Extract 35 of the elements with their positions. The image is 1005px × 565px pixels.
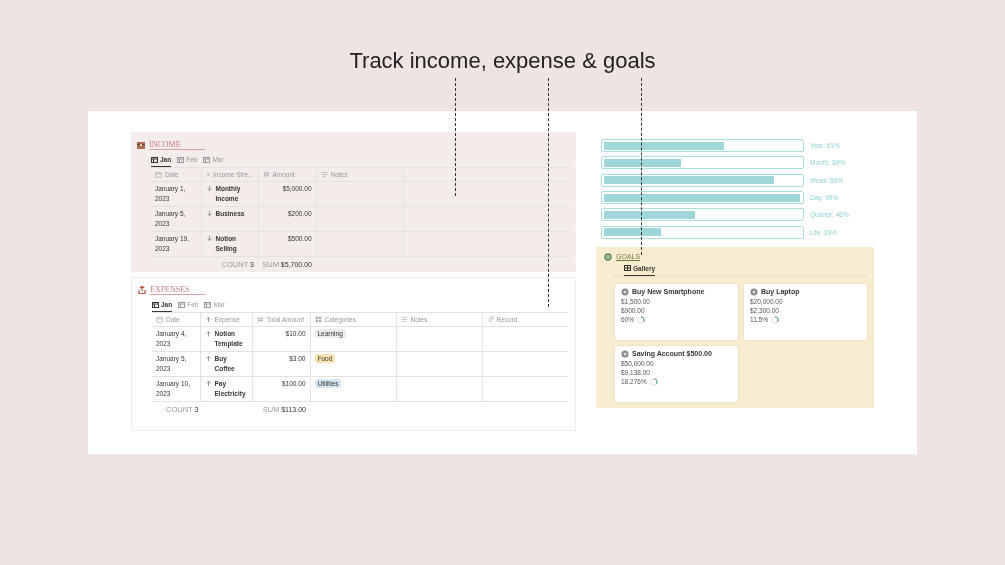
- table-icon: [203, 156, 211, 163]
- table-icon: [177, 156, 185, 163]
- target-icon: [621, 349, 629, 358]
- arrow-down-icon: [205, 171, 211, 178]
- hash-icon: [256, 316, 264, 323]
- lines-icon: [400, 316, 408, 323]
- arrow-down-icon: [205, 235, 213, 243]
- progress-ring: [649, 377, 658, 386]
- target-icon: [621, 287, 629, 296]
- arrow-up-icon: [204, 316, 212, 323]
- calendar-icon: [156, 316, 163, 323]
- grid-icon: [314, 316, 322, 323]
- progress-ring: [770, 315, 779, 324]
- lines-icon: [320, 171, 328, 178]
- table-icon: [204, 301, 212, 308]
- target-icon: [750, 287, 758, 296]
- table-icon: [152, 301, 159, 308]
- arrow-down-icon: [205, 210, 213, 218]
- arrow-up-icon: [204, 330, 212, 337]
- section-title: EXPENSES: [150, 285, 206, 295]
- arrow-down-icon: [205, 185, 213, 192]
- hash-icon: [262, 171, 270, 178]
- gallery-icon: [624, 265, 631, 272]
- progress-ring: [637, 315, 645, 324]
- table-icon: [178, 301, 186, 308]
- target-icon: [604, 252, 612, 261]
- arrow-up-icon: [204, 380, 212, 388]
- arrow-up-icon: [204, 355, 212, 363]
- headline: Track income, expense & goals: [349, 48, 656, 74]
- section-title: INCOME: [149, 140, 205, 150]
- calendar-icon: [155, 171, 162, 178]
- upload-icon: [138, 286, 146, 294]
- paperclip-icon: [486, 316, 494, 323]
- chest-icon: [137, 141, 145, 149]
- table-icon: [151, 156, 158, 163]
